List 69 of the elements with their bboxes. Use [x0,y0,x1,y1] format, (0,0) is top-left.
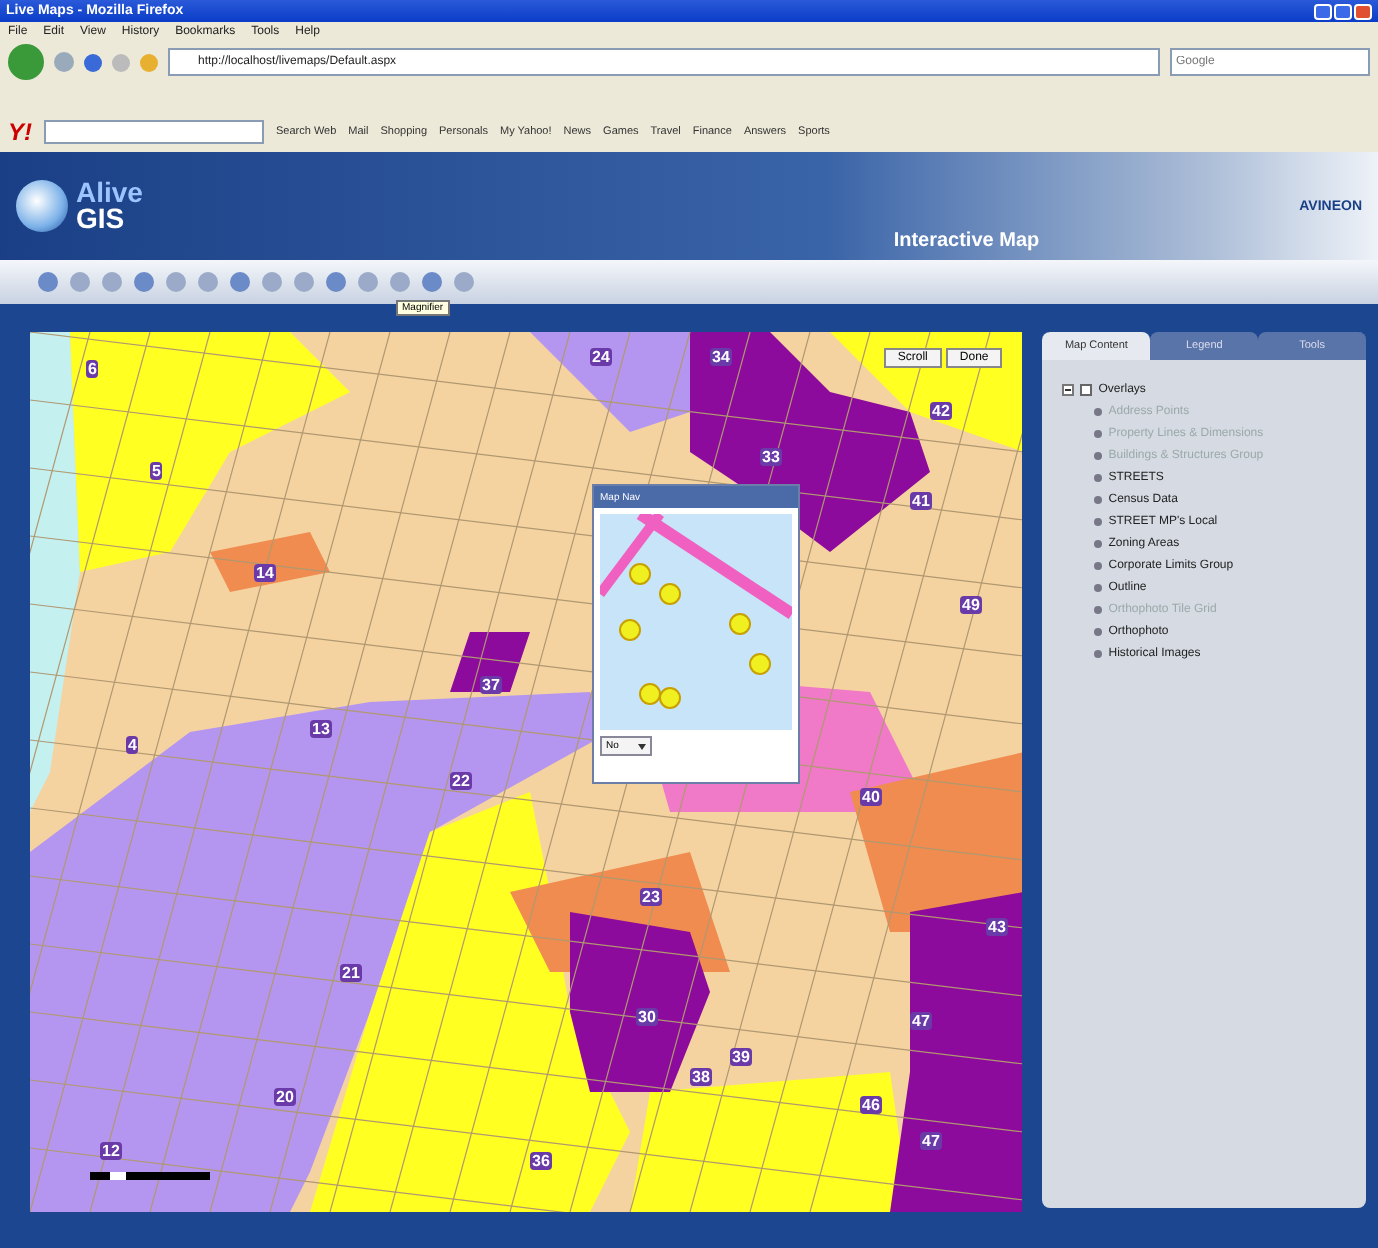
tool-icon[interactable] [228,270,252,294]
tool-icon[interactable] [420,270,444,294]
toolbar-search-field[interactable] [44,120,264,144]
bullet-icon [1094,430,1103,438]
district-number: 23 [640,888,662,906]
tool-icon[interactable] [292,270,316,294]
district-number: 20 [274,1088,296,1106]
district-number: 21 [340,964,362,982]
bullet-icon [1094,628,1103,636]
forward-button[interactable] [54,52,74,72]
globe-icon [16,180,68,232]
bullet-icon [1094,606,1103,614]
stop-button[interactable] [112,53,130,71]
bullet-icon [1094,452,1103,460]
district-number: 33 [760,448,782,466]
logo-text: Alive [76,180,143,206]
tool-icon[interactable] [324,270,348,294]
district-number: 22 [450,772,472,790]
district-number: 41 [910,492,932,510]
district-number: 40 [860,788,882,806]
district-number: 12 [100,1142,122,1160]
bullet-icon [1094,518,1103,526]
district-number: 24 [590,348,612,366]
tool-icon[interactable] [164,270,188,294]
district-number: 42 [930,402,952,420]
bullet-icon [1094,474,1103,482]
tool-icon[interactable] [452,270,476,294]
district-number: 34 [710,348,732,366]
tool-icon[interactable] [196,270,220,294]
minimize-button[interactable] [1314,3,1332,19]
district-number: 43 [986,918,1008,936]
bullet-icon [1094,496,1103,504]
tool-icon[interactable] [356,270,380,294]
caret-icon [638,743,646,749]
district-number: 47 [920,1132,942,1150]
district-number: 49 [960,596,982,614]
district-number: 37 [480,676,502,694]
logo-text: GIS [76,206,125,232]
district-number: 46 [860,1096,882,1114]
district-number: 13 [310,720,332,738]
bullet-icon [1094,540,1103,548]
close-button[interactable] [1354,3,1372,19]
tool-icon[interactable] [36,270,60,294]
banner-title: Interactive Map [893,230,1040,252]
back-button[interactable] [8,44,44,80]
bullet-icon [1094,584,1103,592]
tool-icon[interactable] [132,270,156,294]
tool-icon[interactable] [260,270,284,294]
tool-icon[interactable] [100,270,124,294]
district-number: 6 [86,360,99,378]
district-number: 4 [126,736,139,754]
district-number: 14 [254,564,276,582]
district-number: 47 [910,1012,932,1030]
tool-icon[interactable] [388,270,412,294]
reload-button[interactable] [84,53,102,71]
district-number: 39 [730,1048,752,1066]
yahoo-logo[interactable]: Y! [8,118,32,146]
layer-checkbox[interactable] [1080,384,1093,396]
bullet-icon [1094,562,1103,570]
district-number: 5 [150,462,163,480]
district-number: 36 [530,1152,552,1170]
district-number: 38 [690,1068,712,1086]
bullet-icon [1094,408,1103,416]
home-button[interactable] [140,53,158,71]
maximize-button[interactable] [1334,3,1352,19]
minus-icon[interactable] [1062,384,1075,396]
district-number: 30 [636,1008,658,1026]
bullet-icon [1094,650,1103,658]
tool-icon[interactable] [68,270,92,294]
